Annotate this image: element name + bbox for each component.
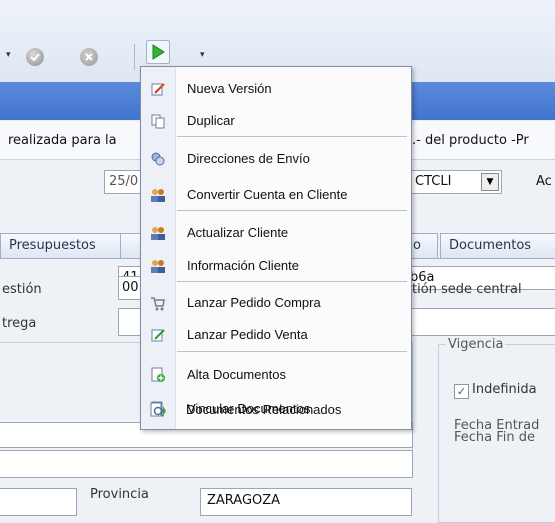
gestion-label: estión bbox=[2, 282, 42, 297]
menu-separator bbox=[177, 210, 407, 211]
users-icon bbox=[150, 258, 166, 274]
menu-item-documentos-relacionados[interactable]: Documentos Relacionados bbox=[140, 396, 410, 424]
users-icon bbox=[150, 225, 166, 241]
users-icon bbox=[150, 187, 166, 203]
provincia-label: Provincia bbox=[90, 487, 149, 502]
dropdown-arrow-icon[interactable]: ▾ bbox=[200, 50, 205, 60]
menu-item-label: Información Cliente bbox=[187, 258, 299, 273]
menu-item-label: Duplicar bbox=[187, 113, 235, 128]
tab-presupuestos[interactable]: Presupuestos bbox=[0, 233, 122, 258]
code-value: CTCLI bbox=[415, 174, 452, 189]
info-text-right: .- del producto -Pr bbox=[412, 133, 529, 148]
field-4[interactable] bbox=[410, 308, 555, 336]
indefinida-label: Indefinida bbox=[472, 382, 537, 397]
context-menu: Nueva Versión Duplicar Direcciones de En… bbox=[140, 66, 412, 430]
menu-item-informacion-cliente[interactable]: Información Cliente bbox=[141, 252, 411, 280]
menu-item-label: Lanzar Pedido Venta bbox=[187, 327, 308, 342]
address-field-2[interactable] bbox=[0, 450, 413, 478]
run-icon bbox=[152, 44, 165, 60]
menu-item-alta-documentos[interactable]: Alta Documentos bbox=[141, 361, 411, 389]
menu-item-label: Convertir Cuenta en Cliente bbox=[187, 187, 348, 202]
menu-separator bbox=[177, 281, 407, 282]
entrega-label: trega bbox=[2, 316, 37, 331]
menu-item-label: Actualizar Cliente bbox=[187, 225, 289, 240]
tab-documentos[interactable]: Documentos bbox=[440, 233, 555, 258]
add-document-icon bbox=[150, 367, 166, 383]
menu-item-label: Nueva Versión bbox=[187, 81, 272, 96]
menu-item-label: Lanzar Pedido Compra bbox=[187, 295, 321, 310]
menu-item-convertir-cuenta[interactable]: Convertir Cuenta en Cliente bbox=[141, 181, 411, 209]
menu-item-label: Documentos Relacionados bbox=[186, 402, 342, 417]
edit-icon bbox=[150, 81, 166, 97]
provincia-value: ZARAGOZA bbox=[207, 493, 281, 508]
toolbar-separator bbox=[134, 44, 135, 70]
provincia-field[interactable]: ZARAGOZA bbox=[200, 488, 412, 516]
vigencia-label: Vigencia bbox=[446, 337, 506, 352]
menu-spacer bbox=[141, 425, 411, 426]
cart-icon bbox=[150, 295, 166, 311]
date-value: 25/0 bbox=[109, 174, 139, 189]
menu-item-lanzar-pedido-venta[interactable]: Lanzar Pedido Venta bbox=[141, 321, 411, 349]
action-label: Ac bbox=[536, 174, 552, 189]
menu-item-duplicar[interactable]: Duplicar bbox=[141, 107, 411, 135]
menu-item-label: Alta Documentos bbox=[187, 367, 286, 382]
menu-item-direcciones-envio[interactable]: Direcciones de Envío bbox=[141, 145, 411, 173]
menu-separator bbox=[177, 136, 407, 137]
menu-separator bbox=[177, 351, 407, 352]
indefinida-checkbox[interactable]: ✓ bbox=[454, 384, 469, 399]
addresses-icon bbox=[150, 151, 166, 167]
code-select[interactable]: CTCLI ▼ bbox=[410, 170, 502, 194]
related-documents-icon bbox=[149, 402, 165, 418]
duplicate-icon bbox=[150, 113, 166, 129]
menu-item-nueva-version[interactable]: Nueva Versión bbox=[141, 75, 411, 103]
menu-item-lanzar-pedido-compra[interactable]: Lanzar Pedido Compra bbox=[141, 289, 411, 317]
sede-label: tión sede central bbox=[412, 282, 522, 297]
order-icon bbox=[150, 327, 166, 343]
checkmark-icon[interactable] bbox=[26, 48, 44, 66]
run-button[interactable] bbox=[146, 40, 170, 64]
cancel-icon[interactable] bbox=[80, 48, 98, 66]
menu-item-actualizar-cliente[interactable]: Actualizar Cliente bbox=[141, 219, 411, 247]
cp-field[interactable] bbox=[0, 488, 77, 516]
field-3-value: 00 bbox=[122, 280, 139, 295]
info-text-left: realizada para la bbox=[8, 133, 117, 148]
menu-item-label: Direcciones de Envío bbox=[187, 151, 310, 166]
dropdown-arrow-icon[interactable]: ▾ bbox=[6, 50, 11, 60]
chevron-down-icon[interactable]: ▼ bbox=[481, 173, 499, 191]
fecha-fin-label: Fecha Fin de bbox=[454, 430, 536, 445]
